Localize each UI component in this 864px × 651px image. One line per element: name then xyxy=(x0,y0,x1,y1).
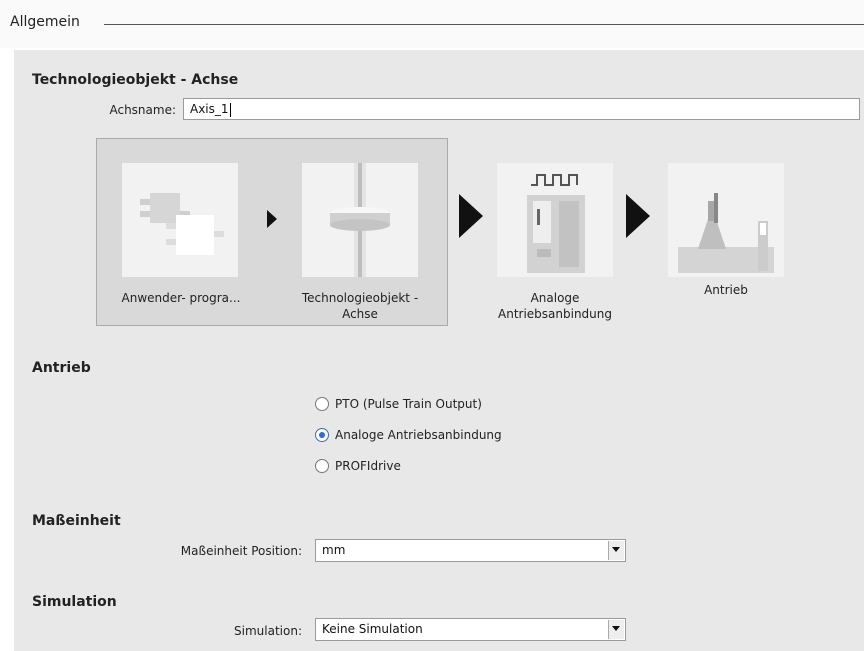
section-header-title: Allgemein xyxy=(10,14,80,30)
user-program-label-text: Anwender- progra... xyxy=(121,291,241,305)
technology-object-step[interactable] xyxy=(302,163,418,277)
radio-analog-button[interactable] xyxy=(315,428,329,442)
radio-pto-button[interactable] xyxy=(315,397,329,411)
radio-pto[interactable]: PTO (Pulse Train Output) xyxy=(315,397,482,411)
header-divider xyxy=(104,24,864,25)
user-program-step[interactable] xyxy=(122,163,238,277)
radio-pto-label: PTO (Pulse Train Output) xyxy=(335,397,482,411)
drive-step[interactable] xyxy=(668,163,784,277)
user-program-icon xyxy=(140,193,224,255)
radio-profidrive[interactable]: PROFIdrive xyxy=(315,459,401,473)
simulation-value: Keine Simulation xyxy=(322,622,423,636)
analog-drive-label-line2: Antriebsanbindung xyxy=(498,307,612,321)
text-caret xyxy=(229,102,231,117)
analog-drive-icon xyxy=(527,174,585,273)
unit-position-label: Maßeinheit Position: xyxy=(180,544,302,558)
radio-analog[interactable]: Analoge Antriebsanbindung xyxy=(315,428,502,442)
simulation-label: Simulation: xyxy=(234,624,302,638)
technology-object-label-line2: Achse xyxy=(342,307,378,321)
axis-name-label: Achsname: xyxy=(109,103,176,117)
drive-icon xyxy=(678,193,774,273)
technology-object-label: Technologieobjekt - Achse xyxy=(270,290,450,322)
simulation-dropdown[interactable]: Keine Simulation xyxy=(315,618,626,641)
unit-position-dropdown[interactable]: mm xyxy=(315,539,626,562)
simulation-section-title: Simulation xyxy=(32,594,117,610)
tech-object-title: Technologieobjekt - Achse xyxy=(32,72,239,88)
flow-arrow-icon xyxy=(626,194,650,238)
user-program-label: Anwender- progra... xyxy=(96,290,266,306)
analog-drive-label-line1: Analoge xyxy=(530,291,580,305)
axis-name-input[interactable]: Axis_1 xyxy=(183,98,860,120)
unit-position-value: mm xyxy=(322,543,346,557)
analog-drive-label: Analoge Antriebsanbindung xyxy=(465,290,645,322)
drive-section-title: Antrieb xyxy=(32,360,91,376)
analog-drive-step[interactable] xyxy=(497,163,613,277)
flow-arrow-icon xyxy=(267,210,277,228)
chevron-down-icon[interactable] xyxy=(608,620,624,639)
radio-analog-label: Analoge Antriebsanbindung xyxy=(335,428,502,442)
axis-icon xyxy=(330,163,390,277)
unit-section-title: Maßeinheit xyxy=(32,513,121,529)
drive-label-text: Antrieb xyxy=(704,283,748,297)
technology-object-label-line1: Technologieobjekt - xyxy=(301,291,419,305)
radio-profidrive-button[interactable] xyxy=(315,459,329,473)
axis-name-value: Axis_1 xyxy=(190,102,229,116)
radio-profidrive-label: PROFIdrive xyxy=(335,459,401,473)
flow-arrow-icon xyxy=(459,194,483,238)
drive-label: Antrieb xyxy=(668,282,784,298)
section-header: Allgemein xyxy=(0,0,864,48)
chevron-down-icon[interactable] xyxy=(608,541,624,560)
